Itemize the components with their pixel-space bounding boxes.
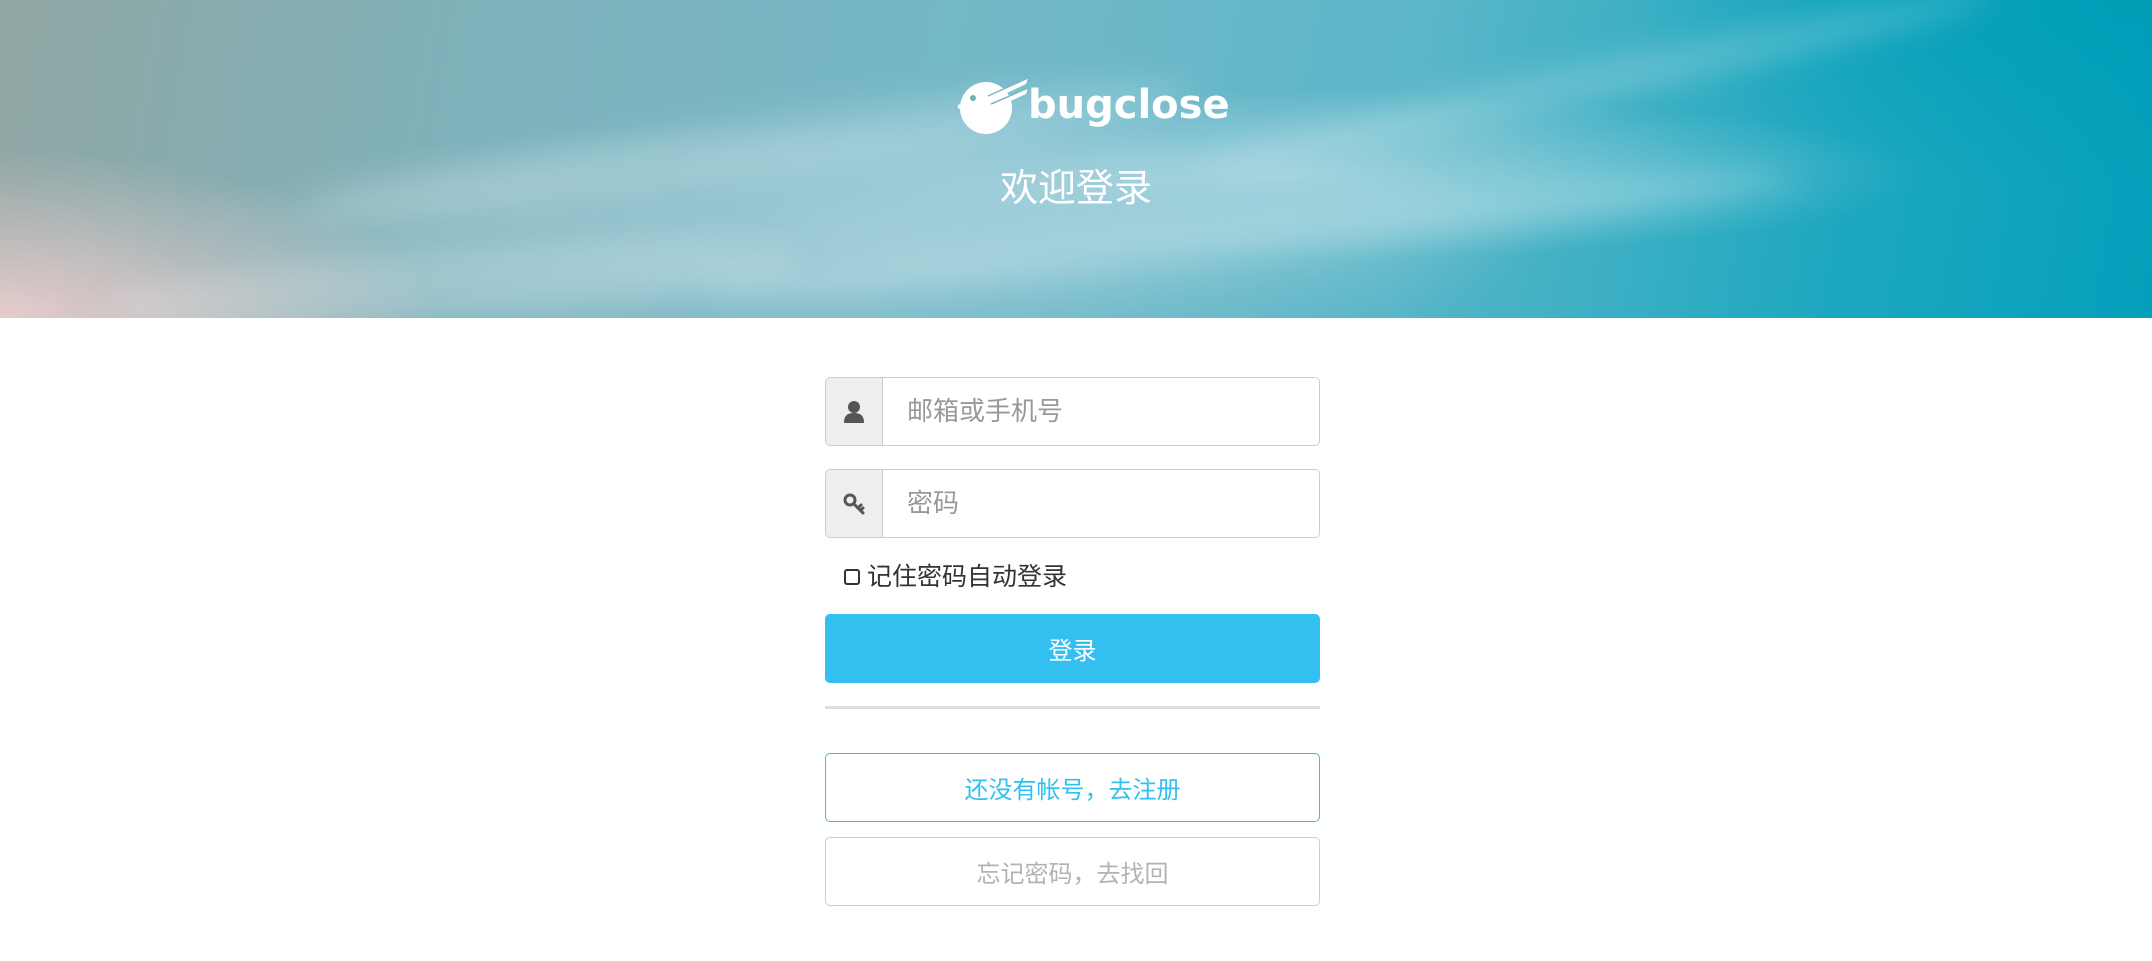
- account-input[interactable]: [883, 378, 1319, 445]
- login-page: bugclose 欢迎登录 邮箱或手机号 记住密码自动登录 登录 还没有帐号，去…: [0, 0, 2152, 961]
- password-field-group: [825, 469, 1320, 538]
- page-title: 欢迎登录: [999, 166, 1152, 210]
- bird-logo-icon: [958, 77, 1029, 134]
- login-form: 记住密码自动登录 登录 还没有帐号，去注册 忘记密码，去找回: [825, 377, 1320, 906]
- password-input[interactable]: [883, 470, 1319, 537]
- form-divider: [825, 706, 1320, 709]
- login-button[interactable]: 登录: [825, 614, 1320, 683]
- user-icon: [844, 400, 864, 423]
- password-addon: [826, 470, 883, 537]
- forgot-password-link-button[interactable]: 忘记密码，去找回: [825, 837, 1320, 906]
- header-banner: bugclose 欢迎登录: [0, 0, 2152, 318]
- account-addon: [826, 378, 883, 445]
- register-link-button[interactable]: 还没有帐号，去注册: [825, 753, 1320, 822]
- remember-me-row[interactable]: 记住密码自动登录: [825, 560, 1320, 594]
- remember-me-checkbox[interactable]: [844, 569, 860, 585]
- account-field-group: [825, 377, 1320, 446]
- remember-me-label[interactable]: 记住密码自动登录: [867, 560, 1067, 594]
- brand-name: bugclose: [1028, 82, 1230, 128]
- brand-logo: bugclose: [958, 74, 1230, 136]
- key-icon: [843, 493, 865, 514]
